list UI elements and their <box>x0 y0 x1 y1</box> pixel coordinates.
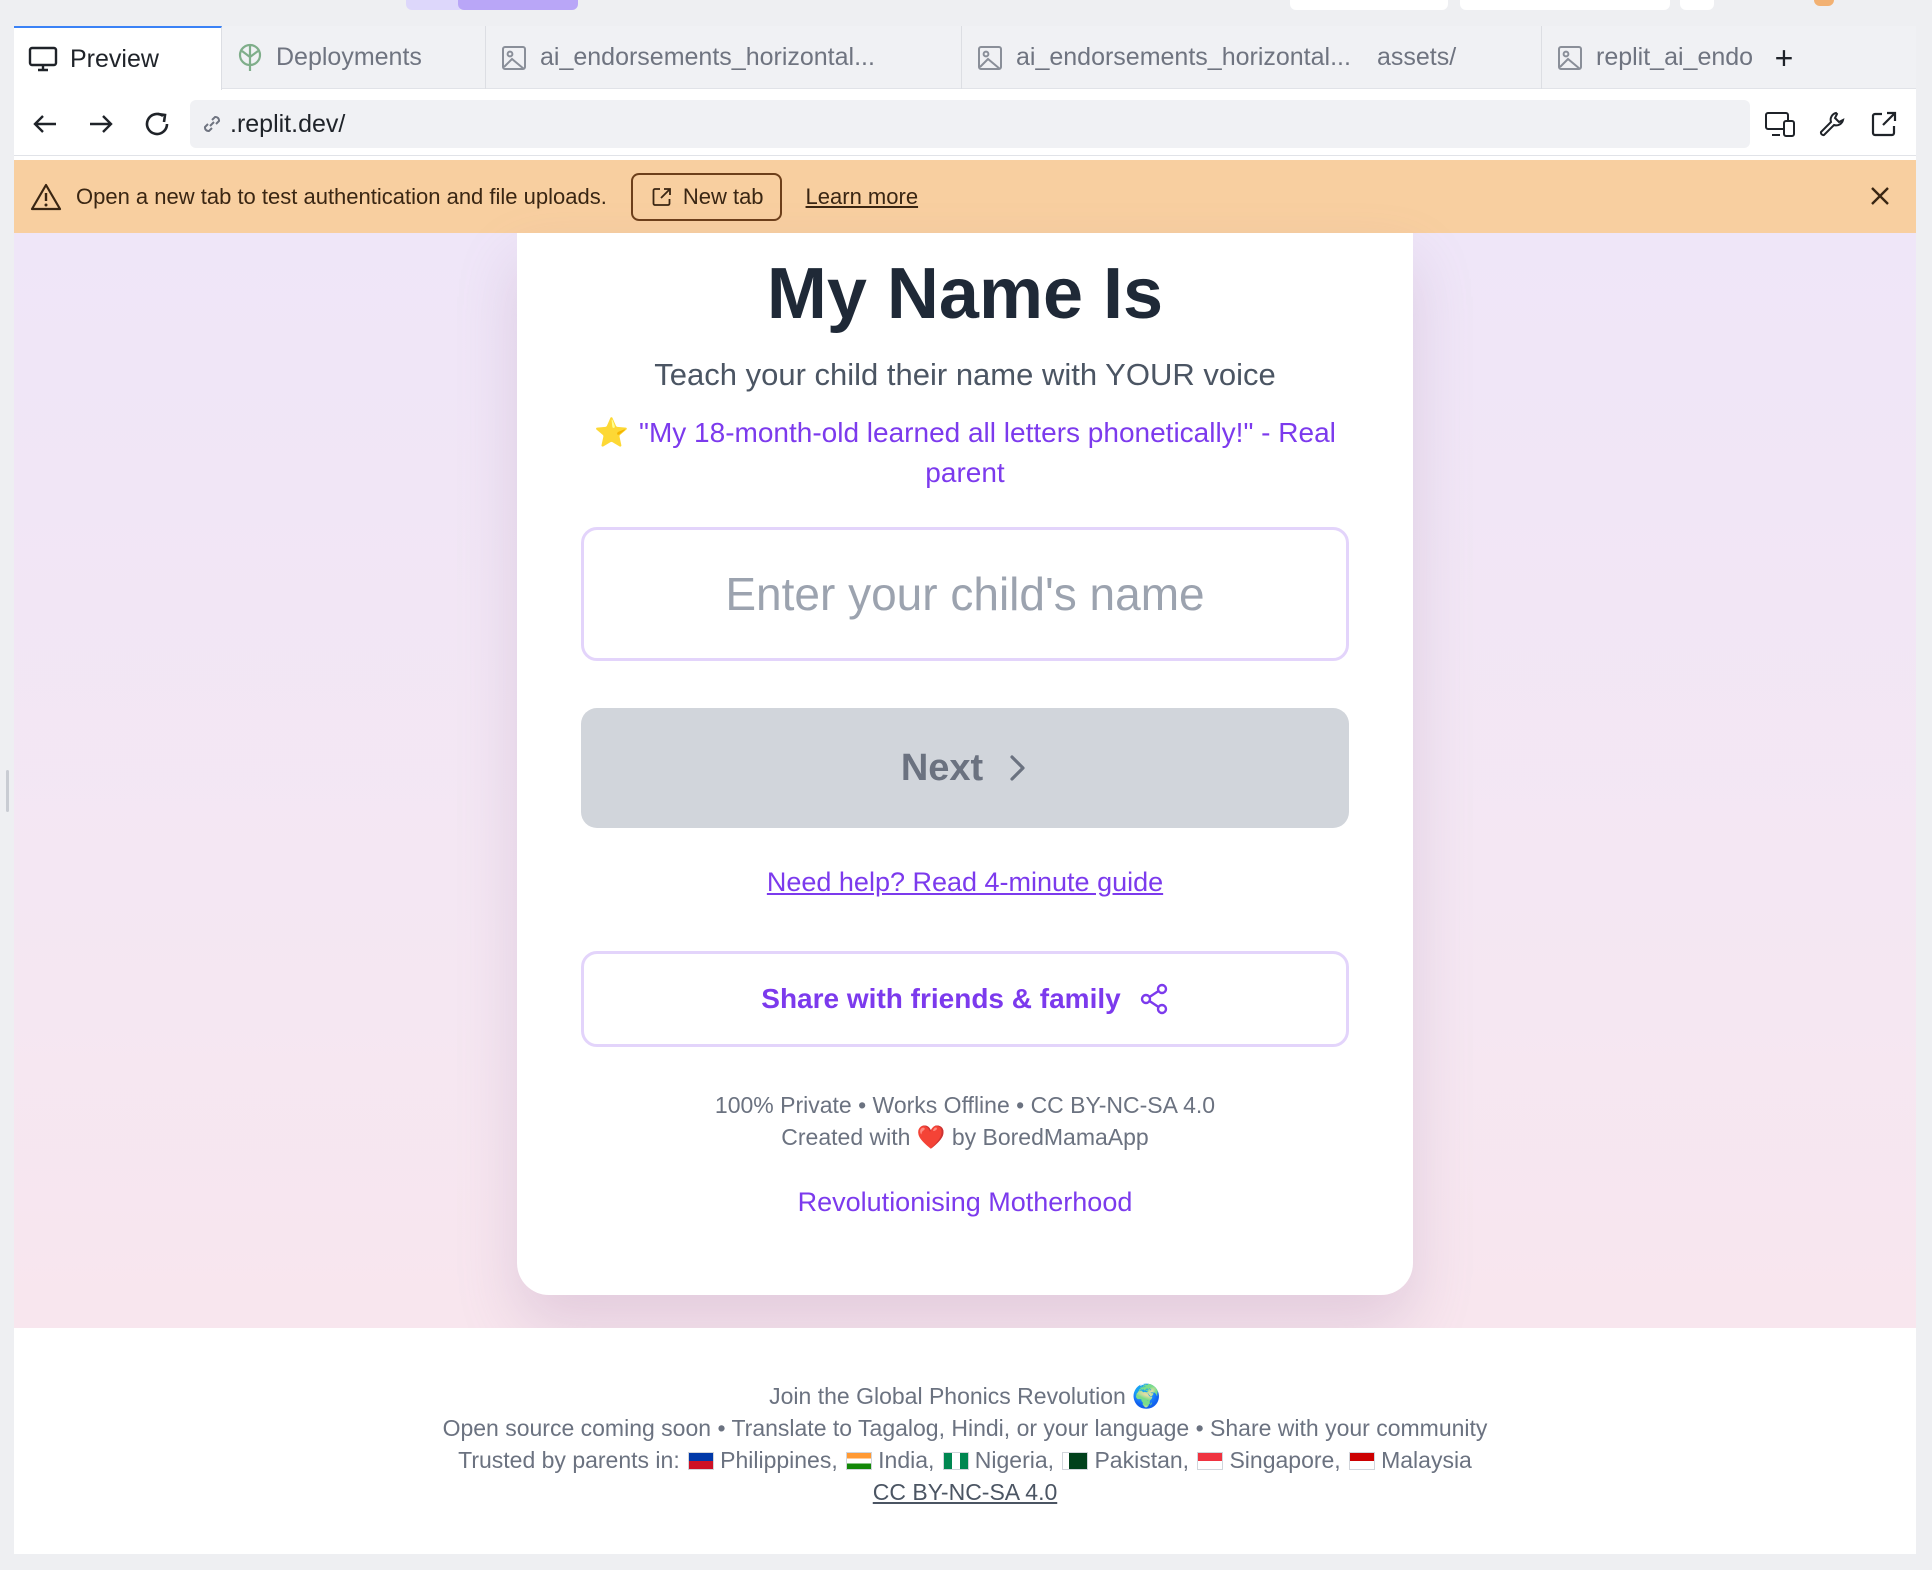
child-name-input[interactable] <box>581 527 1349 661</box>
share-label: Share with friends & family <box>761 983 1121 1014</box>
top-pill <box>406 0 464 10</box>
tab-deployments[interactable]: Deployments <box>222 26 486 89</box>
page-footer: Join the Global Phonics Revolution 🌍 Ope… <box>14 1328 1916 1554</box>
page-title: My Name Is <box>766 254 1164 334</box>
back-arrow-icon[interactable] <box>28 107 62 141</box>
tab-preview[interactable]: Preview <box>14 26 222 90</box>
country-name: Nigeria, <box>974 1447 1055 1473</box>
footer-line-2: Open source coming soon • Translate to T… <box>442 1415 1488 1441</box>
tab-image-file[interactable]: replit_ai_endo <box>1542 26 1764 89</box>
malaysia-flag-icon <box>1349 1452 1376 1470</box>
testimonial: ⭐ "My 18-month-old learned all letters ph… <box>577 413 1353 493</box>
top-control[interactable] <box>1680 0 1714 10</box>
tab-image-file[interactable]: ai_endorsements_horizontal... assets/ <box>962 26 1542 89</box>
new-tab-button[interactable]: New tab <box>630 172 782 221</box>
trusted-prefix: Trusted by parents in: <box>458 1447 680 1473</box>
banner-message: Open a new tab to test authentication an… <box>76 183 607 209</box>
deployments-icon <box>238 43 262 71</box>
resize-handle[interactable] <box>6 770 9 812</box>
learn-more-link[interactable]: Learn more <box>806 184 919 210</box>
tab-label: Deployments <box>276 43 422 71</box>
country-name: Philippines, <box>720 1447 838 1473</box>
country-name: Malaysia <box>1381 1447 1472 1473</box>
chevron-right-icon <box>1010 755 1025 781</box>
testimonial-text: "My 18-month-old learned all letters pho… <box>639 417 1336 488</box>
external-link-icon <box>652 187 671 206</box>
share-button[interactable]: Share with friends & family <box>581 951 1349 1047</box>
subtitle: Teach your child their name with YOUR vo… <box>654 357 1276 392</box>
next-button[interactable]: Next <box>581 708 1349 828</box>
close-icon[interactable] <box>1862 178 1898 214</box>
footer-line-1: Join the Global Phonics Revolution 🌍 <box>769 1383 1161 1409</box>
reload-icon[interactable] <box>140 107 174 141</box>
motto-text: Revolutionising Motherhood <box>797 1187 1133 1217</box>
nigeria-flag-icon <box>942 1452 969 1470</box>
forward-arrow-icon[interactable] <box>84 107 118 141</box>
heart-icon: ❤️ <box>916 1124 946 1150</box>
credits-line: Created with ❤️ by BoredMamaApp <box>517 1121 1413 1153</box>
tab-label: ai_endorsements_horizontal... <box>1016 43 1351 71</box>
country-name: India, <box>878 1447 935 1473</box>
top-control[interactable] <box>1290 0 1448 10</box>
country-name: Singapore, <box>1229 1447 1341 1473</box>
country-name: Pakistan, <box>1094 1447 1190 1473</box>
image-file-icon <box>1558 45 1582 70</box>
tab-path: assets/ <box>1376 43 1457 71</box>
wrench-icon[interactable] <box>1814 106 1850 142</box>
privacy-line: 100% Private • Works Offline • CC BY-NC-… <box>714 1092 1216 1118</box>
india-flag-icon <box>846 1452 873 1470</box>
star-icon: ⭐ <box>594 417 629 448</box>
card-footer: 100% Private • Works Offline • CC BY-NC-… <box>517 1089 1413 1153</box>
help-guide-link[interactable]: Need help? Read 4-minute guide <box>517 867 1413 898</box>
credits-prefix: Created with <box>781 1124 911 1150</box>
warning-banner: Open a new tab to test authentication an… <box>14 160 1916 233</box>
notification-dot <box>1814 0 1834 6</box>
tab-label: Preview <box>70 44 159 73</box>
new-tab-label: New tab <box>682 183 764 209</box>
main-card: My Name Is Teach your child their name w… <box>517 233 1413 1295</box>
tab-image-file[interactable]: ai_endorsements_horizontal... <box>486 26 962 89</box>
philippines-flag-icon <box>688 1452 715 1470</box>
top-pill-active <box>458 0 578 10</box>
app-preview: My Name Is Teach your child their name w… <box>14 233 1916 1328</box>
devices-icon[interactable] <box>1762 106 1798 142</box>
warning-icon <box>30 183 62 210</box>
tab-label: ai_endorsements_horizontal... <box>540 43 875 71</box>
url-field[interactable]: .replit.dev/ <box>190 100 1750 148</box>
credits-suffix: by BoredMamaApp <box>951 1124 1149 1150</box>
tab-bar: Preview Deployments ai_endorsements_hori… <box>14 26 1916 90</box>
link-icon <box>203 115 221 133</box>
browser-window: Preview Deployments ai_endorsements_hori… <box>14 26 1916 1554</box>
external-link-icon[interactable] <box>1866 106 1902 142</box>
top-control[interactable] <box>1460 0 1670 10</box>
singapore-flag-icon <box>1197 1452 1224 1470</box>
new-tab-plus-icon[interactable]: + <box>1766 40 1802 76</box>
image-file-icon <box>978 45 1002 70</box>
license-link[interactable]: CC BY-NC-SA 4.0 <box>14 1476 1916 1508</box>
address-bar: .replit.dev/ <box>14 90 1916 156</box>
monitor-icon <box>28 46 58 72</box>
tab-label: replit_ai_endo <box>1596 43 1754 71</box>
url-text: .replit.dev/ <box>230 109 346 138</box>
pakistan-flag-icon <box>1062 1452 1089 1470</box>
image-file-icon <box>502 45 526 70</box>
footer-trusted: Trusted by parents in: Philippines, Indi… <box>14 1444 1916 1476</box>
share-icon <box>1140 983 1167 1015</box>
top-strip <box>0 0 1932 26</box>
next-label: Next <box>900 746 984 789</box>
